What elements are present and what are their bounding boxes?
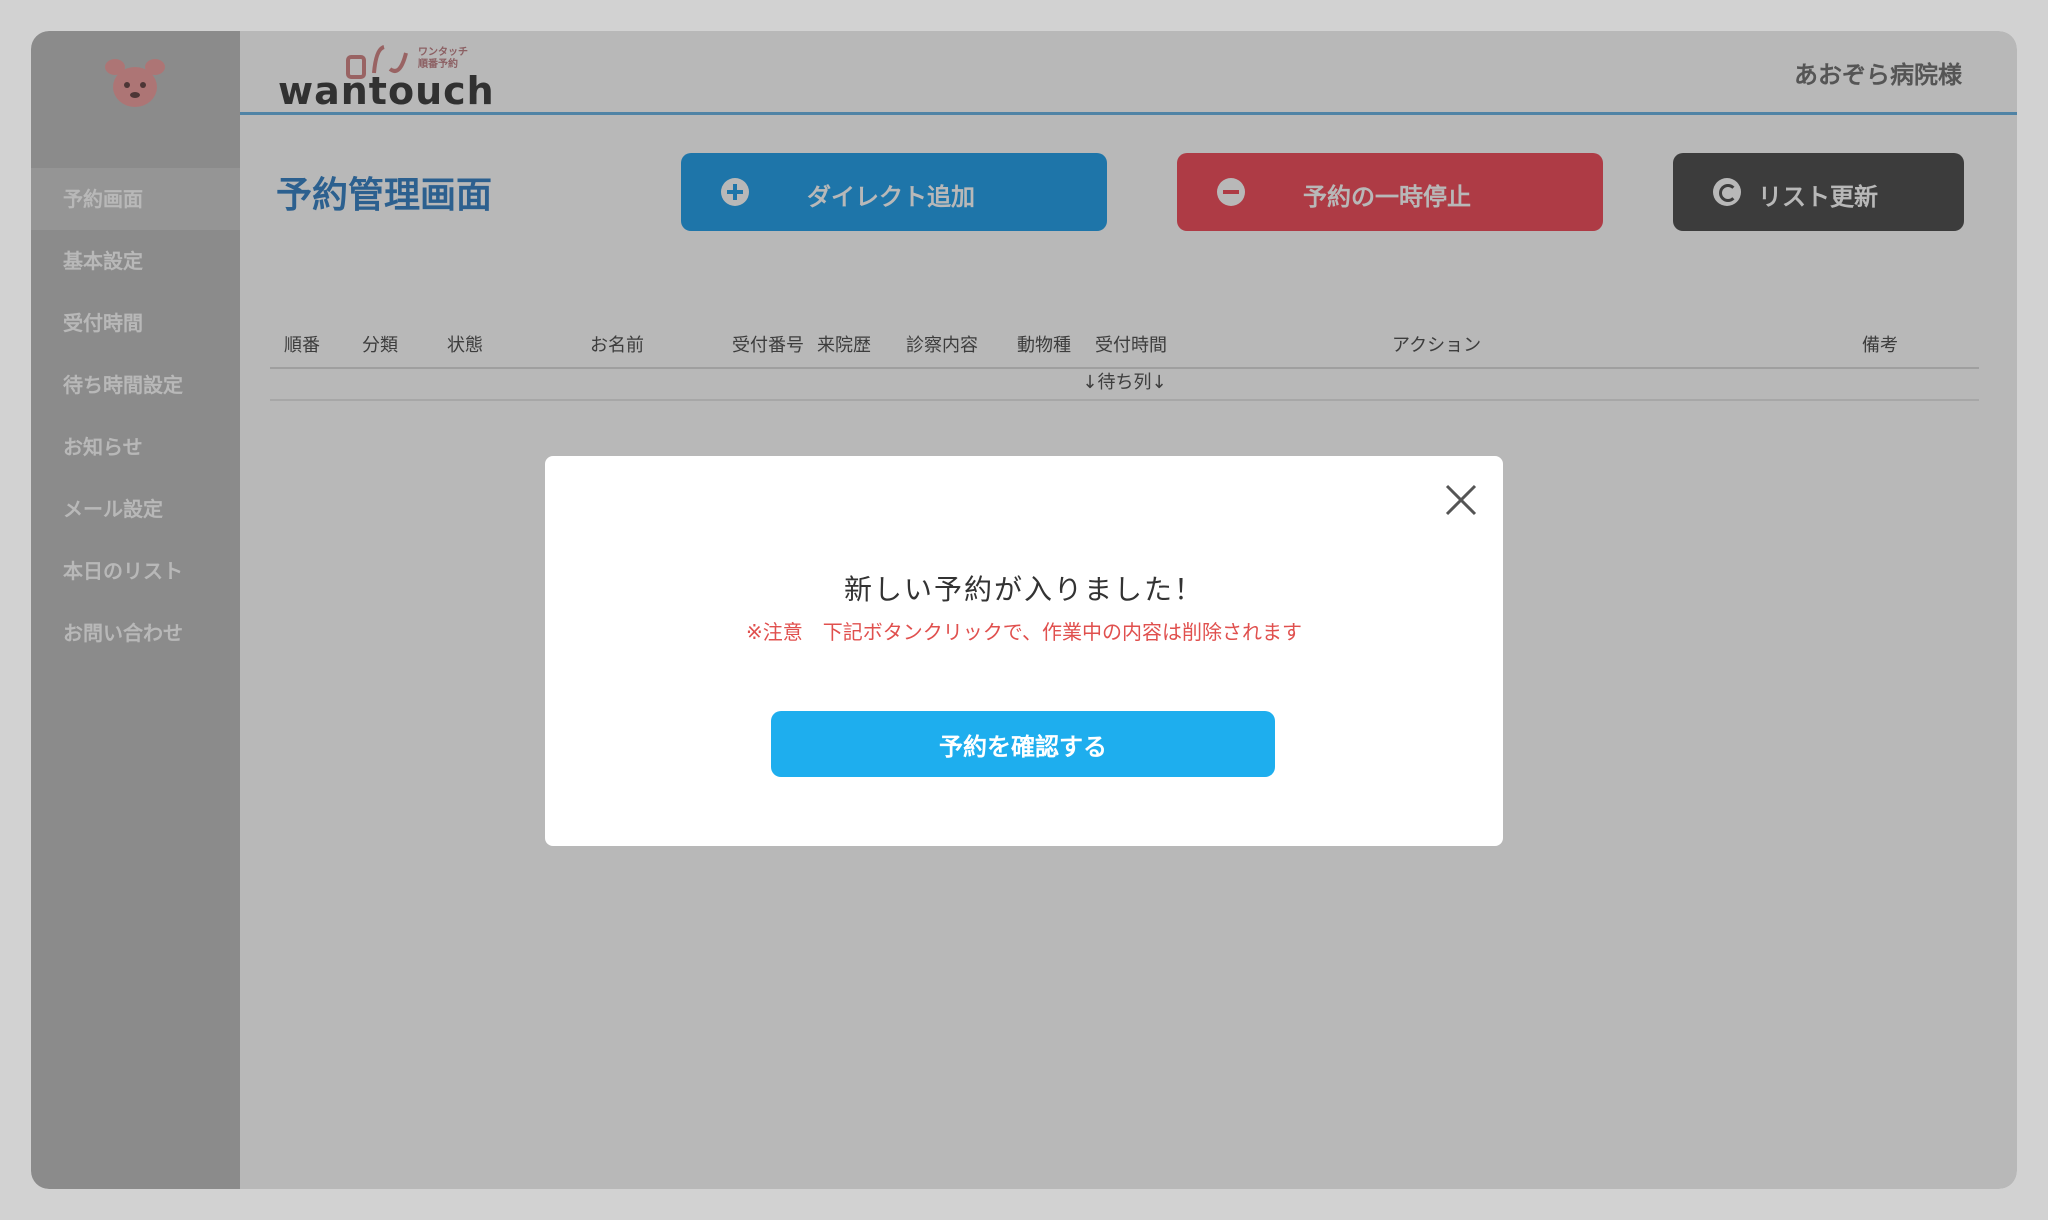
modal-title: 新しい予約が入りました！ [843, 573, 1204, 606]
modal-warning-note: ※注意 下記ボタンクリックで、作業中の内容は削除されます [746, 620, 1302, 644]
confirm-reservation-button[interactable]: 予約を確認する [771, 711, 1275, 777]
close-icon[interactable] [1435, 474, 1479, 518]
new-reservation-modal: 新しい予約が入りました！ ※注意 下記ボタンクリックで、作業中の内容は削除されま… [545, 456, 1503, 846]
